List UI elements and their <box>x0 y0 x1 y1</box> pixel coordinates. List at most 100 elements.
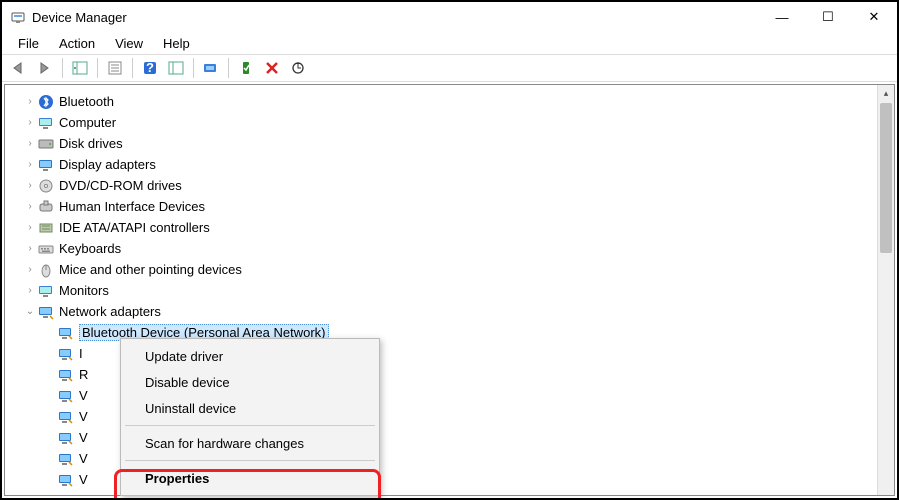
properties-sheet-icon[interactable] <box>103 56 127 80</box>
menu-file[interactable]: File <box>10 34 47 53</box>
tree-node[interactable]: ›Keyboards <box>23 238 890 259</box>
bluetooth-icon <box>37 94 55 110</box>
chevron-right-icon[interactable]: › <box>23 264 37 275</box>
toolbar: ? <box>2 54 897 82</box>
chevron-right-icon[interactable]: › <box>23 138 37 149</box>
menu-help[interactable]: Help <box>155 34 198 53</box>
network-adapter-icon <box>57 346 75 362</box>
scroll-up-icon[interactable]: ▴ <box>878 85 894 102</box>
tree-node[interactable]: ⌄ Network adapters <box>23 301 890 322</box>
toolbar-separator <box>97 58 98 78</box>
tree-node-label: Disk drives <box>59 136 123 151</box>
tree-node[interactable]: › DVD/CD-ROM drives <box>23 175 890 196</box>
context-menu-item-label: Uninstall device <box>145 401 236 416</box>
nav-forward-icon[interactable] <box>33 56 57 80</box>
tree-child-label: I <box>79 346 83 361</box>
mouse-icon <box>37 262 55 278</box>
vertical-scrollbar[interactable]: ▴ <box>877 85 894 495</box>
tree-node[interactable]: › Display adapters <box>23 154 890 175</box>
network-adapter-icon <box>57 472 75 488</box>
context-menu-item-label: Scan for hardware changes <box>145 436 304 451</box>
context-menu-item-scan-for-hardware-changes[interactable]: Scan for hardware changes <box>123 430 377 456</box>
chevron-right-icon[interactable]: › <box>23 201 37 212</box>
update-driver-icon[interactable] <box>199 56 223 80</box>
network-adapter-icon <box>57 430 75 446</box>
svg-text:?: ? <box>146 61 154 75</box>
disk-icon <box>37 136 55 152</box>
scroll-thumb[interactable] <box>880 103 892 253</box>
enable-device-icon[interactable] <box>234 56 258 80</box>
toolbar-separator <box>132 58 133 78</box>
monitor-icon <box>37 283 55 299</box>
tree-child-label: R <box>79 367 88 382</box>
network-icon <box>37 304 55 320</box>
tree-node[interactable]: › Human Interface Devices <box>23 196 890 217</box>
menu-action[interactable]: Action <box>51 34 103 53</box>
minimize-button[interactable]: — <box>759 2 805 32</box>
network-adapter-icon <box>57 388 75 404</box>
tree-child-label: V <box>79 472 88 487</box>
tree-node-label: IDE ATA/ATAPI controllers <box>59 220 210 235</box>
chevron-down-icon[interactable]: ⌄ <box>23 306 37 317</box>
chevron-right-icon[interactable]: › <box>23 117 37 128</box>
maximize-button[interactable]: ☐ <box>805 2 851 32</box>
chevron-right-icon[interactable]: › <box>23 222 37 233</box>
disable-device-icon[interactable] <box>260 56 284 80</box>
chevron-right-icon[interactable]: › <box>23 96 37 107</box>
tree-node-label: Network adapters <box>59 304 161 319</box>
tree-node[interactable]: › Disk drives <box>23 133 890 154</box>
nav-back-icon[interactable] <box>7 56 31 80</box>
network-adapter-icon <box>57 325 75 341</box>
app-icon <box>10 9 26 25</box>
tree-child-label: V <box>79 388 88 403</box>
chevron-right-icon[interactable]: › <box>23 243 37 254</box>
display-icon <box>37 157 55 173</box>
ide-icon <box>37 220 55 236</box>
tree-node-label: Bluetooth <box>59 94 114 109</box>
toolbar-separator <box>193 58 194 78</box>
context-menu-item-label: Disable device <box>145 375 230 390</box>
chevron-right-icon[interactable]: › <box>23 180 37 191</box>
device-manager-window: Device Manager — ☐ ✕ File Action View He… <box>0 0 899 500</box>
tree-node-label: DVD/CD-ROM drives <box>59 178 182 193</box>
tree-child-label: V <box>79 430 88 445</box>
dvd-icon <box>37 178 55 194</box>
context-menu-item-uninstall-device[interactable]: Uninstall device <box>123 395 377 421</box>
tree-node[interactable]: › Bluetooth <box>23 91 890 112</box>
tree-node-label: Monitors <box>59 283 109 298</box>
context-menu-separator <box>125 425 375 426</box>
show-hide-console-tree-icon[interactable] <box>68 56 92 80</box>
context-menu-item-update-driver[interactable]: Update driver <box>123 343 377 369</box>
tree-node[interactable]: › Computer <box>23 112 890 133</box>
menu-view[interactable]: View <box>107 34 151 53</box>
monitor-icon <box>37 115 55 131</box>
tree-node[interactable]: › Mice and other pointing devices <box>23 259 890 280</box>
network-adapter-icon <box>57 367 75 383</box>
context-menu-item-disable-device[interactable]: Disable device <box>123 369 377 395</box>
refresh-hardware-icon[interactable] <box>164 56 188 80</box>
hid-icon <box>37 199 55 215</box>
context-menu-item-label: Update driver <box>145 349 223 364</box>
tree-node[interactable]: › Monitors <box>23 280 890 301</box>
instruction-highlight <box>114 469 381 500</box>
tree-node[interactable]: › IDE ATA/ATAPI controllers <box>23 217 890 238</box>
menu-bar: File Action View Help <box>2 32 897 54</box>
close-button[interactable]: ✕ <box>851 2 897 32</box>
window-title: Device Manager <box>32 10 759 25</box>
window-controls: — ☐ ✕ <box>759 2 897 32</box>
help-icon[interactable]: ? <box>138 56 162 80</box>
toolbar-separator <box>62 58 63 78</box>
tree-node-label: Computer <box>59 115 116 130</box>
tree-node-label: Human Interface Devices <box>59 199 205 214</box>
network-adapter-icon <box>57 451 75 467</box>
keyboard-icon <box>37 241 55 257</box>
tree-node-label: Display adapters <box>59 157 156 172</box>
tree-node-label: Mice and other pointing devices <box>59 262 242 277</box>
scan-hardware-icon[interactable] <box>286 56 310 80</box>
toolbar-separator <box>228 58 229 78</box>
tree-child-label: V <box>79 409 88 424</box>
title-bar: Device Manager — ☐ ✕ <box>2 2 897 32</box>
context-menu-separator <box>125 460 375 461</box>
chevron-right-icon[interactable]: › <box>23 159 37 170</box>
chevron-right-icon[interactable]: › <box>23 285 37 296</box>
